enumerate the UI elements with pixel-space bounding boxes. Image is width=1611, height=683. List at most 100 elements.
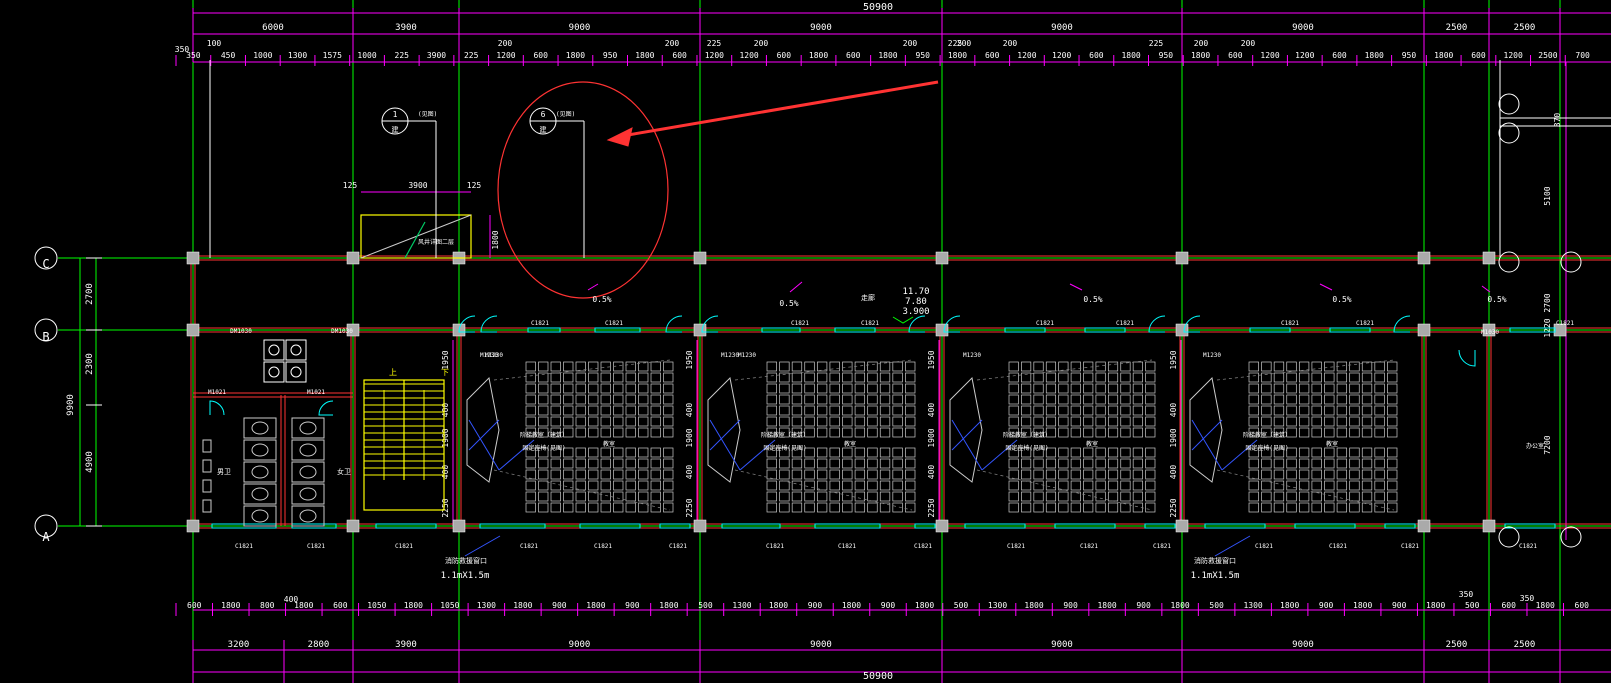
dim-text-bottom-detail: 1300: [988, 601, 1007, 610]
dim-text-top-bay: 9000: [1051, 23, 1073, 33]
dim-text-bottom-detail: 600: [333, 601, 348, 610]
door-code: M1230: [721, 352, 739, 359]
classroom-seat: [804, 502, 815, 513]
classroom-seat: [1387, 361, 1398, 372]
classroom-seat: [550, 491, 561, 502]
room-dim: 400: [685, 465, 694, 480]
classroom-seat: [1107, 372, 1119, 383]
classroom-seat: [1261, 491, 1272, 502]
classroom-seat: [525, 458, 536, 469]
classroom-seat: [842, 480, 853, 491]
classroom-seat: [563, 405, 574, 416]
structural-column: [935, 251, 949, 265]
classroom-seat: [625, 491, 636, 502]
classroom-seat: [1058, 405, 1069, 416]
fire-vent-label: 消防救援窗口: [1194, 556, 1236, 565]
classroom-seat: [842, 416, 853, 427]
classroom-seat: [905, 394, 916, 405]
slope-label: 0.5%: [592, 295, 611, 304]
classroom-seat: [650, 469, 661, 480]
classroom-seat: [1248, 458, 1259, 469]
dim-text-top-detail: 450: [221, 51, 236, 60]
dim-text-top-bay: 3900: [395, 23, 417, 33]
dim-text-top-detail: 600: [1089, 51, 1104, 60]
dim-text-top-small: 225: [1149, 39, 1164, 48]
classroom-seat: [779, 361, 790, 372]
classroom-seat: [588, 361, 599, 372]
toilet-stall: [243, 505, 277, 527]
classroom-seat: [854, 427, 866, 438]
classroom-seat: [575, 383, 586, 394]
structural-column: [693, 519, 707, 533]
classroom-seat: [638, 394, 649, 405]
window-code: C1821: [605, 320, 623, 327]
classroom-seat: [842, 383, 853, 394]
classroom-seat: [1033, 480, 1044, 491]
dim-text-bottom-detail: 1800: [404, 601, 423, 610]
highlight-ellipse: [497, 81, 669, 299]
room-dim: 1950: [1169, 350, 1178, 369]
classroom-seat: [1273, 469, 1285, 480]
classroom-seat: [550, 361, 561, 372]
classroom-podium: [466, 376, 500, 483]
classroom-seat: [1273, 394, 1285, 405]
shaft-dim: 3900: [408, 181, 427, 190]
classroom-seat: [638, 469, 649, 480]
classroom-seat: [663, 427, 674, 438]
classroom-seat: [600, 427, 611, 438]
dim-text-bottom-detail: 900: [881, 601, 896, 610]
dim-text-top-bay: 9000: [569, 23, 591, 33]
dim-text-top-detail: 1200: [1504, 51, 1523, 60]
door-code: M1230: [963, 352, 981, 359]
classroom-seat: [1261, 405, 1272, 416]
classroom-seat: [1349, 383, 1360, 394]
classroom-seat: [1058, 502, 1069, 513]
classroom-seat: [1070, 372, 1081, 383]
classroom-seat: [1361, 405, 1373, 416]
classroom-seat: [663, 491, 674, 502]
dim-text-top-detail: 3900: [427, 51, 446, 60]
dim-text-bottom-detail: 500: [1209, 601, 1224, 610]
classroom-seat: [879, 372, 891, 383]
classroom-seat: [867, 458, 878, 469]
right-dim: 2700: [1543, 293, 1552, 312]
classroom-seat: [663, 469, 674, 480]
dim-text-top-detail: 1000: [357, 51, 376, 60]
window-code: C1821: [235, 543, 253, 550]
classroom-seat: [1058, 458, 1069, 469]
classroom-seat: [1387, 394, 1398, 405]
classroom-seat: [1145, 383, 1156, 394]
classroom-seat: [613, 383, 624, 394]
classroom-seat: [1324, 491, 1335, 502]
classroom-seat: [663, 480, 674, 491]
room-dim: 2250: [441, 498, 450, 517]
dim-text-top-small: 200: [498, 39, 513, 48]
window-code: C1821: [395, 543, 413, 550]
classroom-seat: [816, 416, 828, 427]
classroom-seat: [1070, 502, 1081, 513]
classroom-seat: [1336, 427, 1348, 438]
classroom-seat: [1311, 427, 1322, 438]
classroom-seat: [766, 491, 777, 502]
toilet-fixture: [251, 487, 269, 501]
classroom-seat: [1132, 458, 1143, 469]
classroom-seat: [879, 458, 891, 469]
classroom-seat: [613, 427, 624, 438]
classroom-seat: [1273, 416, 1285, 427]
classroom-seat: [1008, 458, 1019, 469]
classroom-seat: [550, 383, 561, 394]
classroom-seat: [879, 416, 891, 427]
classroom-seat: [1261, 469, 1272, 480]
classroom-seat: [638, 491, 649, 502]
axis-label-c: C: [42, 257, 49, 271]
classroom-seat: [1311, 383, 1322, 394]
urinal: [202, 499, 212, 513]
classroom-seat: [1095, 427, 1106, 438]
classroom-seat: [879, 469, 891, 480]
highlight-arrow-head: [606, 127, 633, 147]
dim-text-top-small: 200: [957, 39, 972, 48]
classroom-seat: [1361, 394, 1373, 405]
door-code: DM1030: [230, 328, 252, 335]
classroom-seat: [1083, 394, 1094, 405]
classroom-seat: [1008, 394, 1019, 405]
